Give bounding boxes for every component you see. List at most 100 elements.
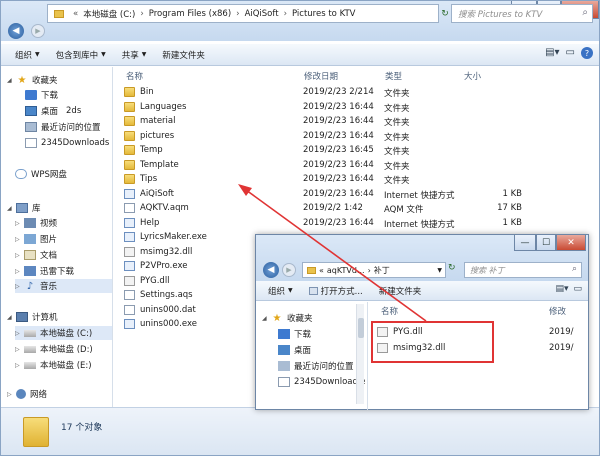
file-row[interactable]: pictures 2019/2/23 16:44 文件夹 xyxy=(124,130,594,144)
nav-label: 图片 xyxy=(40,235,58,245)
navigation-pane: ◢ ★ 收藏夹 下载 桌面 2ds 最近访问的位置 2345Downloads WPS… xyxy=(1,67,113,407)
file-row[interactable]: Temp 2019/2/23 16:45 文件夹 xyxy=(124,144,594,158)
share-label: 共享 xyxy=(121,50,139,61)
preview-pane-icon[interactable]: ▭ xyxy=(566,47,575,59)
nav-drive-d[interactable]: ▷ 本地磁盘 (D:) xyxy=(15,342,93,356)
nav-label: 库 xyxy=(32,204,41,214)
nav-library[interactable]: ◢ 库 xyxy=(7,201,41,215)
nav-label: WPS网盘 xyxy=(31,170,67,180)
inner-nav-2345downloads[interactable]: 2345Downloadle xyxy=(278,375,365,389)
inner-maximize-button[interactable]: ☐ xyxy=(536,235,556,251)
nav-label: 桌面 xyxy=(41,107,59,117)
inner-minimize-button[interactable]: — xyxy=(514,235,536,251)
column-header-type[interactable]: 类型 xyxy=(385,69,402,83)
file-row[interactable]: Tips 2019/2/23 16:44 文件夹 xyxy=(124,173,594,187)
column-header-modified[interactable]: 修改日期 xyxy=(304,69,338,83)
file-type: 文件夹 xyxy=(384,176,410,186)
inner-new-folder-button[interactable]: 新建文件夹 xyxy=(371,280,430,302)
file-date: 2019/2/23 16:44 xyxy=(303,217,374,228)
forward-arrow-icon: ▶ xyxy=(282,263,296,277)
search-icon: ⌕ xyxy=(582,7,588,18)
breadcrumb-program-files[interactable]: Program Files (x86) xyxy=(149,9,231,19)
file-name: msimg32.dll xyxy=(140,246,193,257)
inner-nav-scrollbar[interactable] xyxy=(356,304,364,404)
nav-xunlei[interactable]: ▷ 迅雷下载 xyxy=(15,264,74,278)
breadcrumb-pictures-to-ktv[interactable]: Pictures to KTV xyxy=(292,9,356,19)
nav-label: 下载 xyxy=(294,330,312,340)
inner-nav-download[interactable]: 下载 xyxy=(278,327,311,341)
view-options-icon[interactable]: ▤▾ xyxy=(545,47,559,59)
address-bar[interactable]: « 本地磁盘 (C:) › Program Files (x86) › AiQi… xyxy=(47,4,439,23)
nav-pictures[interactable]: ▷ 图片 xyxy=(15,232,57,246)
file-row[interactable]: Help 2019/2/23 16:44 Internet 快捷方式 1 KB xyxy=(124,217,594,231)
search-input[interactable]: 搜索 Pictures to KTV ⌕ xyxy=(451,4,593,23)
inner-column-header-modified[interactable]: 修改 xyxy=(549,304,566,318)
title-bar: — ☐ ✕ ◀ ▶ « 本地磁盘 (C:) › Program Files (x… xyxy=(1,1,599,41)
breadcrumb-separator-icon: › xyxy=(236,8,240,19)
inner-organize-button[interactable]: 组织 ▼ xyxy=(256,280,301,302)
help-icon[interactable]: ? xyxy=(581,47,593,59)
nav-network[interactable]: ▷ 网络 xyxy=(7,387,47,401)
nav-music[interactable]: ▷ ♪ 音乐 xyxy=(15,279,112,293)
back-button[interactable]: ◀ xyxy=(5,21,27,41)
nav-download[interactable]: 下载 xyxy=(25,88,58,102)
forward-button[interactable]: ▶ xyxy=(27,21,49,41)
nav-drive-e[interactable]: ▷ 本地磁盘 (E:) xyxy=(15,358,92,372)
nav-computer[interactable]: ◢ 计算机 xyxy=(7,310,58,324)
url-icon xyxy=(124,217,135,228)
inner-breadcrumb-patch[interactable]: 补丁 xyxy=(374,265,390,276)
file-name: Settings.aqs xyxy=(140,290,193,300)
new-folder-button[interactable]: 新建文件夹 xyxy=(154,44,213,66)
expand-arrow-icon: ▷ xyxy=(15,345,20,353)
inner-forward-button[interactable]: ▶ xyxy=(278,260,300,280)
inner-refresh-button[interactable]: ↻ xyxy=(448,263,456,273)
recent-places-icon xyxy=(25,122,37,132)
back-arrow-icon: ◀ xyxy=(8,23,24,39)
file-name: Help xyxy=(140,217,160,228)
nav-label: 最近访问的位置 xyxy=(294,362,354,372)
file-row[interactable]: Languages 2019/2/23 16:44 文件夹 xyxy=(124,101,594,115)
inner-open-with-button[interactable]: 打开方式... xyxy=(301,280,371,302)
inner-nav-recent[interactable]: 最近访问的位置 xyxy=(278,359,354,373)
nav-recent[interactable]: 最近访问的位置 xyxy=(25,120,101,134)
recent-places-icon xyxy=(278,361,290,371)
forward-arrow-icon: ▶ xyxy=(31,24,45,38)
inner-breadcrumb-parent[interactable]: aqKTVd... xyxy=(327,266,365,275)
breadcrumb-drive-c[interactable]: 本地磁盘 (C:) xyxy=(83,8,135,20)
nav-video[interactable]: ▷ 视频 xyxy=(15,216,57,230)
inner-search-input[interactable]: 搜索 补丁 ⌕ xyxy=(464,262,582,278)
inner-column-header-name[interactable]: 名称 xyxy=(381,304,398,318)
star-icon: ★ xyxy=(272,312,282,324)
nav-label: 收藏夹 xyxy=(32,76,58,86)
inner-close-button[interactable]: ✕ xyxy=(556,235,586,251)
file-row[interactable]: AQKTV.aqm 2019/2/2 1:42 AQM 文件 17 KB xyxy=(124,202,594,216)
nav-2345downloads[interactable]: 2345Downloads xyxy=(25,136,109,150)
scrollbar-thumb[interactable] xyxy=(358,318,364,338)
organize-label: 组织 xyxy=(268,286,286,297)
refresh-button[interactable]: ↻ xyxy=(439,4,451,23)
file-row[interactable]: Bin 2019/2/23 2/214 文件夹 xyxy=(124,86,594,100)
preview-pane-icon[interactable]: ▭ xyxy=(573,284,582,294)
column-header-name[interactable]: 名称 xyxy=(126,69,143,83)
folder-icon xyxy=(124,130,135,141)
nav-drive-c[interactable]: ▷ 本地磁盘 (C:) xyxy=(15,326,112,340)
inner-address-bar[interactable]: « aqKTVd... › 补丁 ▼ xyxy=(302,262,446,278)
collapse-arrow-icon: ◢ xyxy=(7,204,12,212)
nav-documents[interactable]: ▷ 文档 xyxy=(15,248,57,262)
include-library-button[interactable]: 包含到库中 ▼ xyxy=(48,44,114,66)
folder-icon xyxy=(124,116,135,126)
column-header-size[interactable]: 大小 xyxy=(464,69,481,83)
nav-favorites[interactable]: ◢ ★ 收藏夹 xyxy=(7,73,58,87)
nav-desktop[interactable]: 桌面 2ds xyxy=(25,104,81,118)
file-row[interactable]: material 2019/2/23 16:44 文件夹 xyxy=(124,115,594,129)
breadcrumb-aiqisoft[interactable]: AiQiSoft xyxy=(245,9,279,19)
file-row[interactable]: AiQiSoft 2019/2/23 16:44 Internet 快捷方式 1 KB xyxy=(124,188,594,202)
view-options-icon[interactable]: ▤▾ xyxy=(555,284,568,294)
nav-wps[interactable]: WPS网盘 xyxy=(15,167,67,181)
share-button[interactable]: 共享 ▼ xyxy=(114,44,155,66)
inner-nav-favorites[interactable]: ◢ ★ 收藏夹 xyxy=(262,311,313,325)
organize-button[interactable]: 组织 ▼ xyxy=(1,44,48,66)
inner-nav-desktop[interactable]: 桌面 xyxy=(278,343,311,357)
chevron-down-icon[interactable]: ▼ xyxy=(437,267,442,274)
file-row[interactable]: Template 2019/2/23 16:44 文件夹 xyxy=(124,159,594,173)
